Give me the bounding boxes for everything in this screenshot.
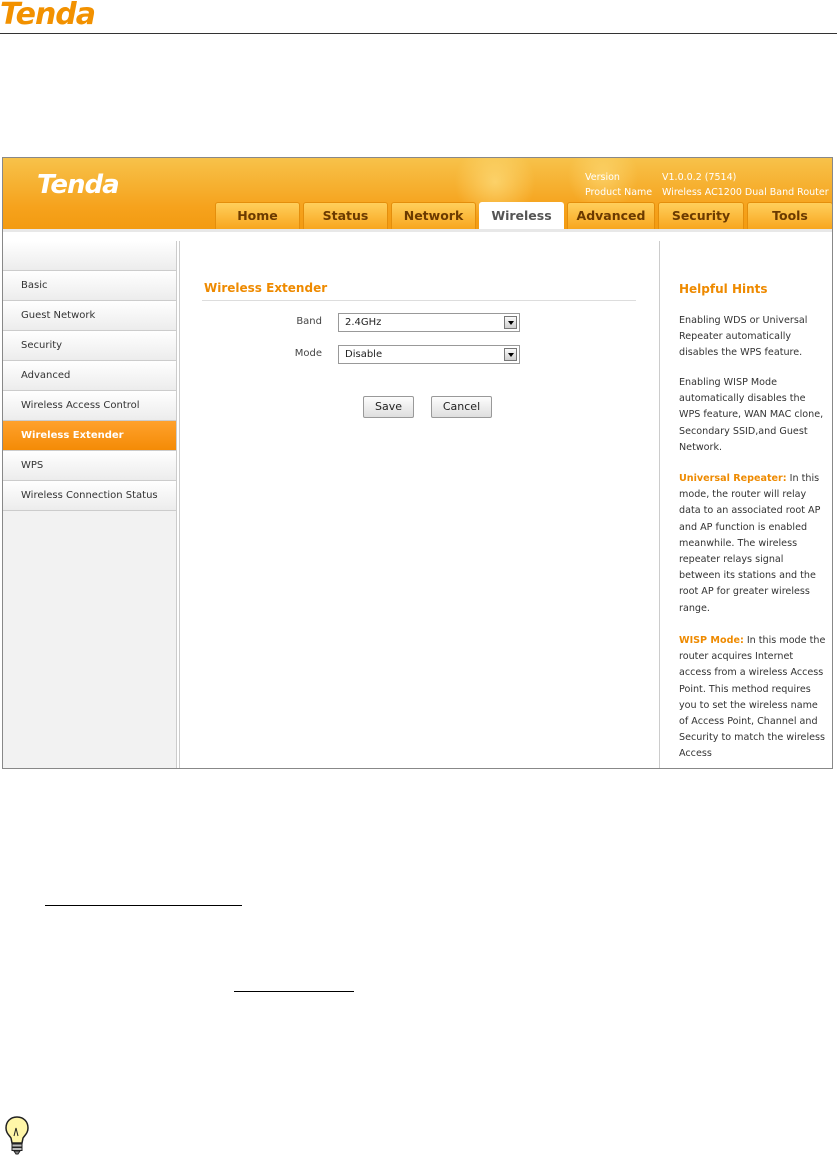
helpful-hints-panel: Helpful Hints Enabling WDS or Universal … (659, 241, 832, 768)
tab-underline (3, 229, 832, 232)
product-name-label: Product Name (585, 187, 653, 198)
hint-universal-repeater-heading: Universal Repeater: (679, 473, 787, 484)
tab-security[interactable]: Security (658, 202, 744, 229)
top-banner: Tenda Version V1.0.0.2 (7514) Product Na… (3, 158, 832, 229)
chevron-down-icon[interactable] (504, 316, 517, 329)
sidebar-item-wireless-extender[interactable]: Wireless Extender (3, 421, 176, 451)
chevron-down-icon[interactable] (504, 348, 517, 361)
lightbulb-icon (5, 1116, 29, 1155)
doc-logo: Tenda (0, 0, 96, 32)
mode-select[interactable]: Disable (338, 345, 520, 364)
product-name-value: Wireless AC1200 Dual Band Router (662, 187, 829, 198)
sidebar-item-security[interactable]: Security (3, 331, 176, 361)
sidebar-item-basic[interactable]: Basic (3, 271, 176, 301)
sidebar-spacer (3, 241, 176, 271)
hint-universal-repeater-text: In this mode, the router will relay data… (679, 473, 821, 614)
band-select[interactable]: 2.4GHz (338, 313, 520, 332)
sidebar-item-wireless-access-control[interactable]: Wireless Access Control (3, 391, 176, 421)
doc-underline-1 (45, 905, 242, 906)
title-divider (202, 300, 636, 301)
version-value: V1.0.0.2 (7514) (662, 172, 737, 183)
cancel-button[interactable]: Cancel (431, 396, 492, 418)
hint-wisp-mode: WISP Mode: In this mode the router acqui… (679, 633, 827, 763)
hint-universal-repeater: Universal Repeater: In this mode, the ro… (679, 471, 827, 617)
sidebar-item-guest-network[interactable]: Guest Network (3, 301, 176, 331)
band-label: Band (296, 316, 322, 327)
version-label: Version (585, 172, 620, 183)
hint-wds: Enabling WDS or Universal Repeater autom… (679, 315, 808, 359)
hint-wisp: Enabling WISP Mode automatically disable… (679, 377, 824, 453)
tab-home[interactable]: Home (215, 202, 300, 229)
router-ui-screenshot: Tenda Version V1.0.0.2 (7514) Product Na… (2, 157, 833, 769)
doc-header-rule (0, 33, 837, 34)
app-logo: Tenda (37, 170, 120, 200)
mode-select-value: Disable (345, 349, 383, 360)
sidebar-item-wireless-connection-status[interactable]: Wireless Connection Status (3, 481, 176, 511)
sidebar-item-wps[interactable]: WPS (3, 451, 176, 481)
hint-wisp-mode-heading: WISP Mode: (679, 635, 744, 646)
hints-title: Helpful Hints (679, 282, 768, 296)
tab-advanced[interactable]: Advanced (567, 202, 655, 229)
tab-wireless[interactable]: Wireless (479, 202, 564, 229)
tab-status[interactable]: Status (303, 202, 388, 229)
tab-tools[interactable]: Tools (747, 202, 832, 229)
sidebar: Basic Guest Network Security Advanced Wi… (3, 241, 177, 768)
mode-label: Mode (294, 348, 322, 359)
sidebar-item-advanced[interactable]: Advanced (3, 361, 176, 391)
page-title: Wireless Extender (204, 281, 328, 295)
save-button[interactable]: Save (363, 396, 414, 418)
hint-wisp-mode-text: In this mode the router acquires Interne… (679, 635, 826, 760)
tab-network[interactable]: Network (391, 202, 476, 229)
doc-underline-2 (234, 991, 354, 992)
main-content: Wireless Extender Band 2.4GHz Mode Disab… (179, 241, 659, 768)
band-select-value: 2.4GHz (345, 317, 382, 328)
